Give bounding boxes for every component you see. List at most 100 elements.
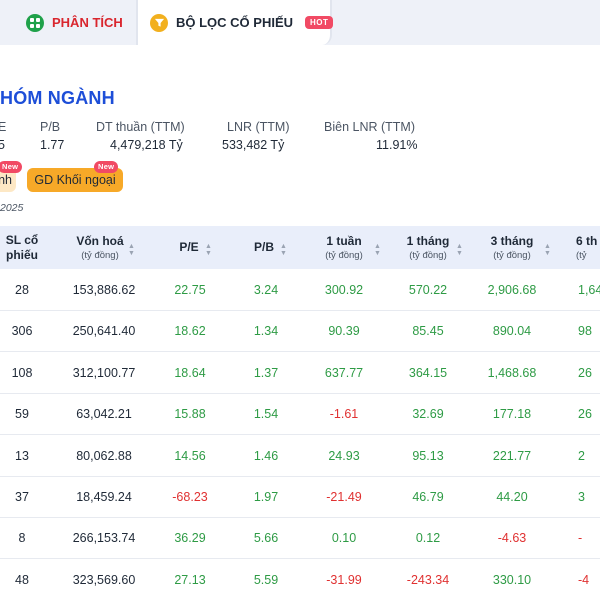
cell-m6: 26 — [578, 365, 592, 380]
cell-m6: 26 — [578, 407, 592, 422]
column-header-count-line1: SL cổ — [5, 232, 39, 247]
cell-w1: -31.99 — [326, 572, 362, 587]
table-row[interactable]: 306 250,641.40 18.62 1.34 90.39 85.45 890.04 98 — [0, 311, 600, 353]
column-header-count-line2: phiếu — [6, 247, 38, 262]
column-header-month-label: 1 tháng — [406, 233, 450, 248]
cell-pe: 14.56 — [174, 448, 206, 463]
cell-m1: 46.79 — [412, 490, 444, 504]
nav-item-analysis[interactable]: PHÂN TÍCH — [26, 0, 123, 45]
summary-label-pe: E — [0, 120, 7, 134]
cell-pe: 18.62 — [174, 324, 206, 339]
cell-cap: 80,062.88 — [76, 448, 132, 463]
summary-label-profit: LNR (TTM) — [227, 120, 290, 134]
hot-badge: HOT — [305, 16, 334, 29]
cell-w1: 0.10 — [331, 531, 357, 546]
column-header-week[interactable]: 1 tuần (tỷ đồng) — [314, 226, 374, 269]
column-header-month-unit: (tỷ đồng) — [409, 249, 447, 261]
cell-m1: -243.34 — [406, 572, 450, 587]
cell-m6: -4 — [578, 572, 590, 587]
cell-m3: -4.63 — [497, 531, 527, 546]
cell-w1: 90.39 — [328, 324, 360, 339]
cell-pe: 27.13 — [174, 572, 206, 587]
summary-value-profit: 533,482 Tỷ — [222, 138, 285, 152]
cell-pe: 22.75 — [174, 283, 206, 297]
table-row[interactable]: 37 18,459.24 -68.23 1.97 -21.49 46.79 44.20 3 — [0, 477, 600, 518]
sort-icon[interactable]: ▲ ▼ — [280, 243, 287, 257]
cell-count: 8 — [18, 531, 26, 546]
nav-item-stock-filter[interactable]: BỘ LỌC CỔ PHIẾU HOT — [150, 0, 334, 45]
cell-count: 13 — [15, 448, 29, 463]
cell-m3: 221.77 — [492, 448, 532, 463]
column-header-3month-label: 3 tháng — [490, 233, 534, 248]
cell-w1: -1.61 — [329, 407, 359, 422]
cell-count: 48 — [15, 572, 29, 587]
cell-cap: 266,153.74 — [72, 531, 136, 546]
column-header-market-cap[interactable]: Vốn hoá (tỷ đồng) — [62, 226, 138, 269]
table-row[interactable]: 28 153,886.62 22.75 3.24 300.92 570.22 2,906.6… — [0, 270, 600, 311]
summary-value-pe: 5 — [0, 138, 5, 152]
sort-icon[interactable]: ▲ ▼ — [544, 243, 551, 257]
cell-cap: 63,042.21 — [76, 407, 132, 422]
cell-m1: 32.69 — [412, 407, 444, 422]
table-row[interactable]: 59 63,042.21 15.88 1.54 -1.61 32.69 177.18 26 — [0, 394, 600, 436]
column-header-6month-unit: (tỷ — [576, 249, 587, 261]
cell-cap: 312,100.77 — [72, 365, 136, 380]
sort-icon[interactable]: ▲ ▼ — [128, 243, 135, 257]
summary-label-margin: Biên LNR (TTM) — [324, 120, 415, 134]
cell-pb: 1.97 — [253, 490, 279, 504]
cell-cap: 153,886.62 — [72, 283, 136, 297]
column-header-pb-label: P/B — [253, 240, 274, 254]
summary-label-pb: P/B — [40, 120, 61, 134]
analysis-grid-icon — [26, 13, 44, 32]
cell-pb: 5.66 — [253, 531, 279, 546]
cell-pb: 5.59 — [253, 572, 279, 587]
cell-w1: 637.77 — [324, 365, 364, 380]
summary-value-margin: 11.91% — [376, 138, 418, 152]
cell-cap: 323,569.60 — [72, 572, 136, 587]
cell-pb: 1.37 — [253, 365, 279, 380]
cell-m3: 44.20 — [496, 490, 528, 504]
cell-m6: - — [578, 531, 583, 546]
cell-m1: 85.45 — [412, 324, 444, 339]
column-header-3month[interactable]: 3 tháng (tỷ đồng) — [480, 226, 544, 269]
cell-m1: 95.13 — [412, 448, 444, 463]
cell-m1: 570.22 — [408, 283, 448, 297]
nav-tab-analysis[interactable]: PHÂN TÍCH — [0, 0, 134, 45]
cell-w1: -21.49 — [326, 490, 362, 504]
funnel-icon — [150, 13, 168, 32]
cell-m3: 2,906.68 — [487, 283, 537, 297]
cell-cap: 250,641.40 — [72, 324, 136, 339]
summary-label-revenue: DT thuần (TTM) — [96, 120, 185, 134]
cell-m1: 364.15 — [408, 365, 448, 380]
cell-m3: 1,468.68 — [487, 365, 537, 380]
column-header-week-label: 1 tuần — [326, 233, 362, 248]
table-row[interactable]: 13 80,062.88 14.56 1.46 24.93 95.13 221.77 2 — [0, 436, 600, 477]
summary-value-revenue: 4,479,218 Tỷ — [110, 138, 183, 152]
cell-m1: 0.12 — [415, 531, 441, 546]
column-header-week-unit: (tỷ đồng) — [325, 249, 363, 261]
cell-pe: 18.64 — [174, 365, 206, 380]
new-badge: New — [94, 161, 119, 173]
column-header-6month[interactable]: 6 th (tỷ — [576, 226, 600, 269]
table-row[interactable]: 8 266,153.74 36.29 5.66 0.10 0.12 -4.63 - — [0, 518, 600, 560]
new-badge: New — [0, 161, 23, 173]
column-header-cap-unit: (tỷ đồng) — [81, 249, 119, 261]
app-root: PHÂN TÍCH BỘ LỌC CỔ PHIẾU HOT HÓM NGÀNH … — [0, 0, 600, 600]
cell-w1: 300.92 — [324, 283, 364, 297]
sort-icon[interactable]: ▲ ▼ — [205, 243, 212, 257]
cell-m3: 177.18 — [492, 407, 532, 422]
column-header-pe-label: P/E — [179, 240, 199, 254]
nav-filter-label: BỘ LỌC CỔ PHIẾU — [176, 15, 294, 30]
cell-pb: 3.24 — [253, 283, 279, 297]
column-header-count[interactable]: SL cổ phiếu — [0, 226, 44, 269]
cell-m6: 1,64 — [578, 283, 600, 297]
sort-icon[interactable]: ▲ ▼ — [456, 243, 463, 257]
cell-pe: 15.88 — [174, 407, 206, 422]
top-nav: PHÂN TÍCH BỘ LỌC CỔ PHIẾU HOT — [0, 0, 600, 45]
table-row[interactable]: 108 312,100.77 18.64 1.37 637.77 364.15 1,468.… — [0, 353, 600, 394]
table-row[interactable]: 48 323,569.60 27.13 5.59 -31.99 -243.34 330.10… — [0, 560, 600, 600]
sort-icon[interactable]: ▲ ▼ — [374, 243, 381, 257]
cell-count: 59 — [15, 407, 29, 422]
cell-w1: 24.93 — [328, 448, 360, 463]
column-header-month[interactable]: 1 tháng (tỷ đồng) — [398, 226, 458, 269]
